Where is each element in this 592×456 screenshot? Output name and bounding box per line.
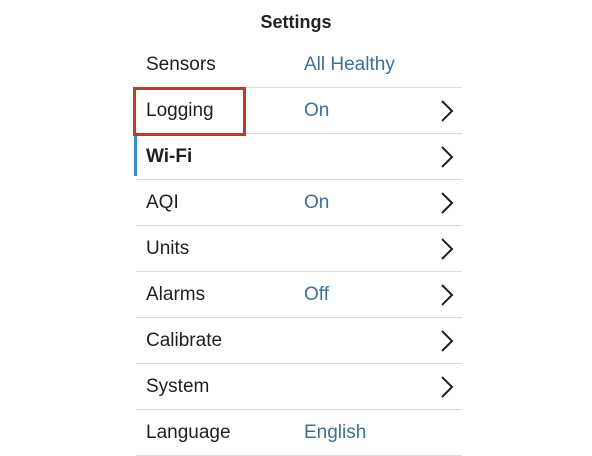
settings-row-wifi[interactable]: Wi-Fi (134, 134, 462, 180)
row-label: Alarms (146, 284, 206, 305)
row-value: English (304, 422, 367, 443)
page-title: Settings (260, 12, 332, 32)
settings-row-units[interactable]: Units (136, 226, 462, 272)
chevron-right-icon (440, 192, 454, 214)
chevron-right-icon (440, 376, 454, 398)
row-label: Logging (146, 100, 214, 121)
chevron-right-icon (440, 284, 454, 306)
row-label: Wi-Fi (146, 146, 193, 167)
settings-row-calibrate[interactable]: Calibrate (136, 318, 462, 364)
chevron-right-icon (440, 238, 454, 260)
row-label: Language (146, 422, 231, 443)
row-label: System (146, 376, 210, 397)
row-value: All Healthy (304, 54, 395, 75)
row-label: Units (146, 238, 190, 259)
chevron-right-icon (440, 100, 454, 122)
settings-row-sensors[interactable]: Sensors All Healthy (136, 42, 462, 88)
row-value: On (304, 100, 330, 121)
settings-row-logging[interactable]: Logging On (136, 88, 462, 134)
settings-row-system[interactable]: System (136, 364, 462, 410)
row-label: Sensors (146, 54, 216, 75)
settings-screen: Settings Sensors All Healthy Logging On … (0, 0, 592, 456)
settings-row-aqi[interactable]: AQI On (136, 180, 462, 226)
chevron-right-icon (440, 330, 454, 352)
row-label: AQI (146, 192, 179, 213)
chevron-right-icon (440, 146, 454, 168)
settings-row-language[interactable]: Language English (136, 410, 462, 456)
row-value: Off (304, 284, 329, 305)
settings-list: Sensors All Healthy Logging On Wi-Fi AQI… (134, 42, 462, 456)
row-value: On (304, 192, 330, 213)
settings-row-alarms[interactable]: Alarms Off (136, 272, 462, 318)
row-label: Calibrate (146, 330, 223, 351)
